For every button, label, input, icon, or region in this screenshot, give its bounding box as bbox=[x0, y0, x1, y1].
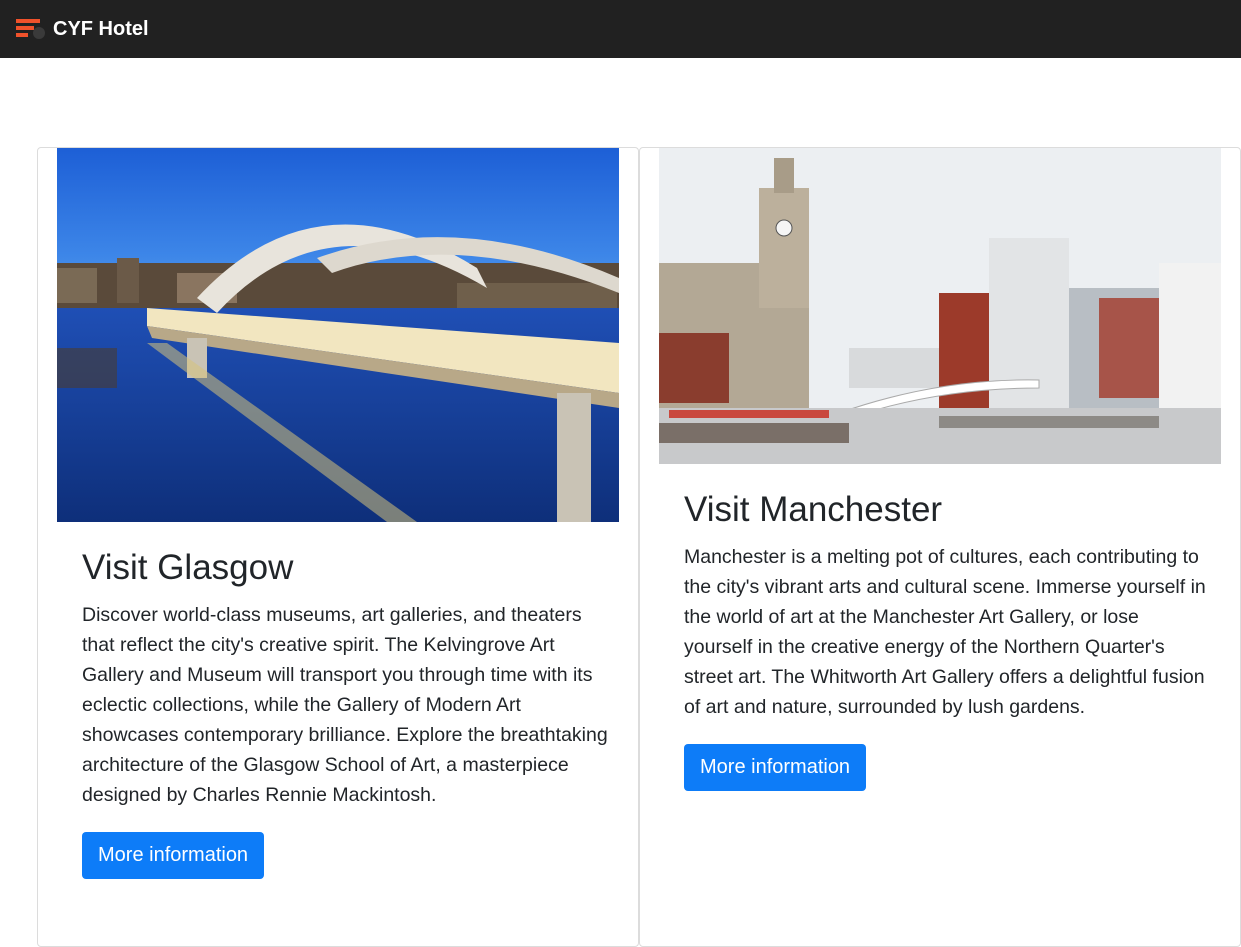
card-title: Visit Glasgow bbox=[82, 548, 294, 587]
more-information-button[interactable]: More information bbox=[684, 744, 867, 791]
card-glasgow: Visit Glasgow Discover world-class museu… bbox=[37, 147, 639, 947]
card-manchester: Visit Manchester Manchester is a melting… bbox=[639, 147, 1241, 947]
navbar: CYF Hotel bbox=[0, 0, 1241, 58]
card-text: Discover world-class museums, art galler… bbox=[82, 604, 608, 806]
cyf-logo-icon bbox=[16, 19, 45, 39]
card-body: Visit Manchester Manchester is a melting… bbox=[684, 490, 1212, 791]
card-text: Manchester is a melting pot of cultures,… bbox=[684, 546, 1206, 718]
liverpool-waterfront-photo bbox=[659, 148, 1221, 464]
glasgow-bridge-photo bbox=[57, 148, 619, 522]
card-body: Visit Glasgow Discover world-class museu… bbox=[82, 548, 610, 879]
brand-name: CYF Hotel bbox=[53, 17, 149, 40]
brand-link[interactable]: CYF Hotel bbox=[16, 18, 149, 41]
more-information-button[interactable]: More information bbox=[82, 832, 265, 879]
card-title: Visit Manchester bbox=[684, 490, 943, 529]
